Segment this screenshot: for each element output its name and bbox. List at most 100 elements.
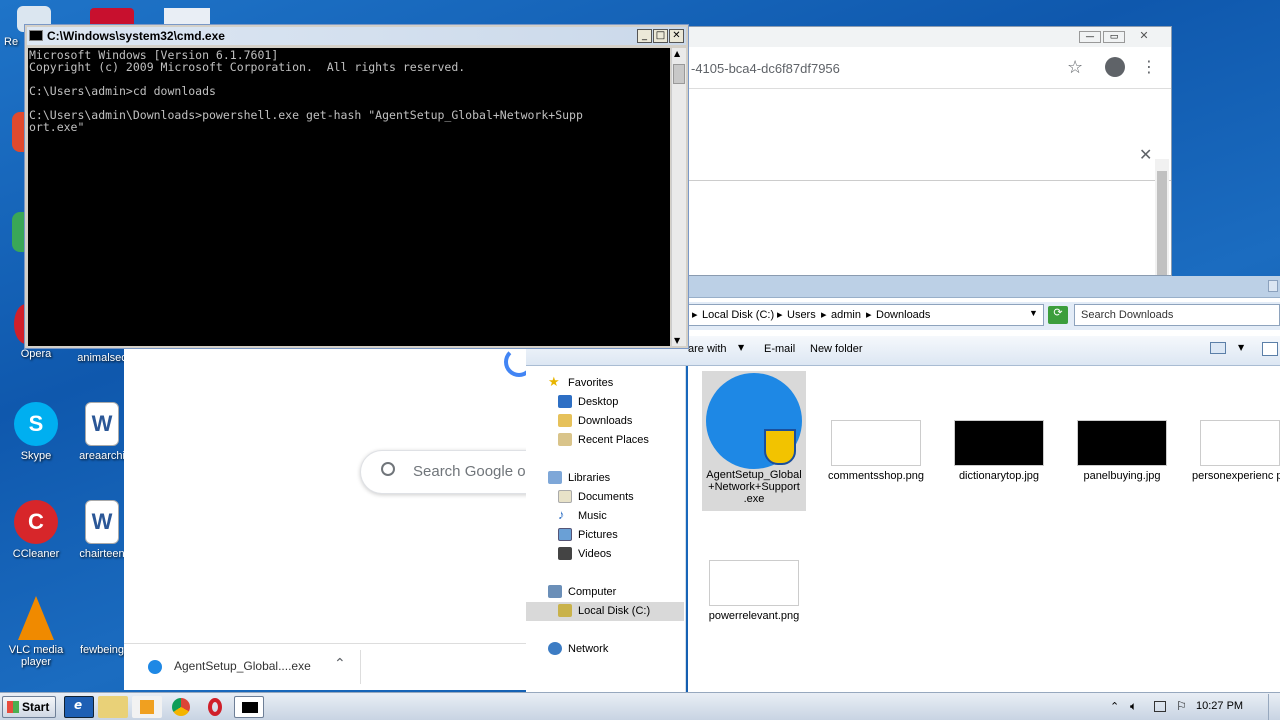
menu-kebab-icon[interactable]: ⋮ — [1141, 57, 1157, 76]
desktop-icon-label: chairteen — [79, 548, 125, 560]
taskbar-ie-button[interactable]: e — [64, 696, 94, 718]
word-doc-icon: W — [85, 402, 119, 446]
explorer-search-input[interactable]: Search Downloads — [1074, 304, 1280, 326]
nav-videos[interactable]: Videos — [526, 545, 684, 564]
taskbar-explorer-button[interactable] — [98, 696, 128, 718]
refresh-icon[interactable]: ⟳ — [1048, 306, 1068, 324]
cmd-title: C:\Windows\system32\cmd.exe — [47, 29, 225, 43]
taskbar-opera-button[interactable] — [200, 696, 230, 718]
chevron-up-icon[interactable]: ⌃ — [334, 656, 346, 672]
chrome-scrollbar[interactable] — [1155, 159, 1169, 275]
desktop-icon-ccleaner[interactable]: C CCleaner — [6, 500, 66, 560]
scroll-down-arrow-icon[interactable]: ▼ — [674, 336, 680, 345]
start-button[interactable]: Start — [2, 696, 56, 718]
console-line: ort.exe" — [29, 120, 85, 134]
cmd-scrollbar[interactable]: ▲ ▼ — [671, 48, 686, 346]
close-button[interactable]: ✕ — [1129, 30, 1159, 43]
desktop-icon-label: Opera — [20, 348, 52, 360]
google-search-placeholder: Search Google o — [413, 463, 526, 480]
libraries-icon — [548, 471, 562, 484]
nav-downloads[interactable]: Downloads — [526, 412, 684, 431]
file-name: dictionarytop.jpg — [958, 470, 1040, 482]
minimize-button[interactable]: _ — [637, 29, 652, 43]
file-item-dictionarytop[interactable]: dictionarytop.jpg — [947, 420, 1051, 482]
chevron-down-icon[interactable]: ▼ — [738, 343, 744, 352]
desktop-icon-label: fewbeing — [79, 644, 125, 656]
action-center-flag-icon[interactable]: ⚐ — [1176, 699, 1187, 713]
breadcrumb-downloads[interactable]: Downloads — [876, 309, 930, 321]
cmd-icon — [242, 702, 258, 713]
ie-icon: e — [74, 698, 83, 712]
desktop-icon-vlc[interactable]: VLC media player — [6, 596, 66, 668]
taskbar-media-button[interactable] — [132, 696, 162, 718]
nav-desktop[interactable]: Desktop — [526, 393, 684, 412]
desktop-icon-skype[interactable]: S Skype — [6, 402, 66, 462]
nav-favorites[interactable]: ★ Favorites — [526, 374, 684, 393]
taskbar-cmd-button[interactable] — [234, 696, 264, 718]
nav-music[interactable]: ♪ Music — [526, 507, 684, 526]
music-icon: ♪ — [558, 507, 565, 522]
chrome-window[interactable]: — ▭ ✕ -4105-bca4-dc6f87df7956 ☆ ⋮ ✕ — [688, 26, 1172, 276]
desktop-icon-areaarchi[interactable]: W areaarchi — [72, 402, 132, 462]
bookmark-star-icon[interactable]: ☆ — [1067, 57, 1083, 78]
close-icon[interactable]: ✕ — [1139, 145, 1152, 164]
nav-documents[interactable]: Documents — [526, 488, 684, 507]
videos-icon — [558, 547, 572, 560]
breadcrumb-sep-icon: ▸ — [692, 309, 698, 321]
desktop-icon-chairteen[interactable]: W chairteen — [72, 500, 132, 560]
download-item[interactable]: AgentSetup_Global....exe ⌃ — [138, 654, 356, 680]
breadcrumb-admin[interactable]: admin — [831, 309, 861, 321]
cmd-icon — [29, 30, 43, 41]
desktop-icon-fewbeing[interactable]: fewbeing — [72, 596, 132, 656]
file-thumbnail — [954, 420, 1044, 466]
preview-pane-icon[interactable] — [1262, 342, 1278, 356]
file-item-personexperience[interactable]: personexperienc png — [1192, 420, 1280, 482]
minimize-button[interactable] — [1268, 280, 1278, 292]
profile-avatar-icon[interactable] — [1105, 57, 1125, 77]
nav-libraries[interactable]: Libraries — [526, 469, 684, 488]
new-folder-button[interactable]: New folder — [810, 343, 863, 355]
file-item-commentsshop[interactable]: commentsshop.png — [824, 420, 928, 482]
google-search-box[interactable]: Search Google o — [360, 450, 540, 494]
chrome-address-bar[interactable]: -4105-bca4-dc6f87df7956 ☆ ⋮ — [689, 49, 1171, 89]
network-tray-icon[interactable] — [1154, 701, 1166, 712]
desktop-icon-label: Skype — [20, 450, 52, 462]
navigation-pane: ★ Favorites Desktop Downloads Recent Pla… — [526, 366, 686, 692]
chevron-down-icon[interactable]: ▼ — [1029, 308, 1038, 318]
breadcrumb-users[interactable]: Users — [787, 309, 816, 321]
show-desktop-button[interactable] — [1268, 694, 1280, 720]
nav-recent-places[interactable]: Recent Places — [526, 431, 684, 450]
chevron-down-icon[interactable]: ▼ — [1238, 343, 1244, 352]
file-name: AgentSetup_Global +Network+Support .exe — [706, 469, 802, 505]
taskbar-chrome-button[interactable] — [166, 696, 196, 718]
cmd-titlebar[interactable]: C:\Windows\system32\cmd.exe _ □ ✕ — [27, 27, 686, 45]
chrome-titlebar[interactable]: — ▭ ✕ — [689, 27, 1171, 47]
scroll-thumb[interactable] — [673, 64, 685, 84]
network-icon — [548, 642, 562, 655]
file-item-agentsetup[interactable]: AgentSetup_Global +Network+Support .exe — [702, 371, 806, 511]
nav-computer[interactable]: Computer — [526, 583, 684, 602]
email-button[interactable]: E-mail — [764, 343, 795, 355]
share-with-button[interactable]: are with — [688, 343, 727, 355]
scroll-up-arrow-icon[interactable]: ▲ — [674, 49, 680, 58]
breadcrumb[interactable]: ▸ Local Disk (C:) ▸ Users ▸ admin ▸ Down… — [688, 304, 1044, 326]
nav-network[interactable]: Network — [526, 640, 684, 659]
url-text[interactable]: -4105-bca4-dc6f87df7956 — [691, 61, 840, 76]
explorer-titlebar[interactable] — [688, 276, 1280, 298]
breadcrumb-local-disk[interactable]: Local Disk (C:) — [702, 309, 774, 321]
taskbar-clock[interactable]: 10:27 PM — [1196, 700, 1243, 712]
speaker-icon[interactable]: 🔈︎ — [1130, 699, 1137, 714]
console-output[interactable]: Microsoft Windows [Version 6.1.7601] Copy… — [28, 48, 670, 346]
minimize-button[interactable]: — — [1079, 31, 1101, 43]
nav-local-disk[interactable]: Local Disk (C:) — [526, 602, 684, 621]
file-item-powerrelevant[interactable]: powerrelevant.png — [702, 560, 806, 622]
close-button[interactable]: ✕ — [669, 29, 684, 43]
maximize-button[interactable]: □ — [653, 29, 668, 43]
nav-pictures[interactable]: Pictures — [526, 526, 684, 545]
console-line: C:\Users\admin\Downloads>powershell.exe … — [29, 108, 583, 122]
maximize-button[interactable]: ▭ — [1103, 31, 1125, 43]
view-options-icon[interactable] — [1210, 342, 1226, 354]
show-hidden-icons-icon[interactable]: ⌃ — [1110, 700, 1119, 713]
cmd-window[interactable]: C:\Windows\system32\cmd.exe _ □ ✕ Micros… — [24, 24, 689, 349]
file-item-panelbuying[interactable]: panelbuying.jpg — [1070, 420, 1174, 482]
